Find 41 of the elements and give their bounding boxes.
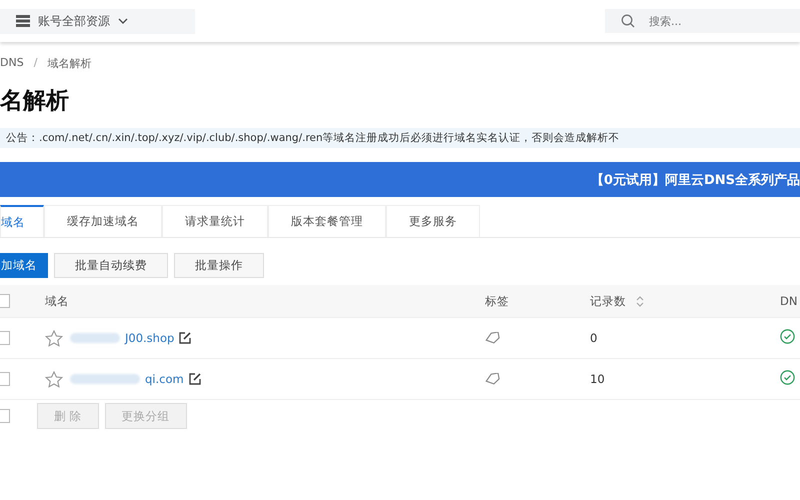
edit-icon[interactable] [179, 332, 192, 344]
action-button[interactable]: 批量自动续费 [54, 253, 168, 278]
chevron-down-icon [118, 18, 128, 24]
sort-icon[interactable] [636, 296, 644, 306]
tab[interactable]: 版本套餐管理 [268, 205, 386, 237]
check-circle-icon [780, 370, 795, 385]
tab[interactable]: 域名 [0, 205, 44, 237]
check-circle-icon [780, 329, 795, 344]
tab[interactable]: 更多服务 [386, 205, 480, 237]
column-header: DN [780, 294, 798, 308]
checkbox[interactable] [0, 294, 10, 308]
record-count: 10 [590, 372, 605, 386]
domain-link[interactable]: J00.shop [125, 331, 174, 345]
star-icon[interactable] [45, 370, 63, 388]
column-header: 域名 [45, 294, 69, 308]
tag-icon[interactable] [485, 373, 501, 385]
redaction-mark [70, 333, 120, 343]
column-header: 标签 [485, 294, 509, 308]
edit-icon[interactable] [188, 373, 202, 385]
add-domain-button[interactable]: 加域名 [0, 253, 48, 278]
column-header: 记录数 [590, 294, 626, 308]
tab[interactable]: 请求量统计 [162, 205, 268, 237]
domain-link[interactable]: qi.com [145, 372, 184, 386]
star-icon[interactable] [45, 330, 63, 346]
checkbox[interactable] [0, 331, 10, 345]
breadcrumb-separator: / [34, 56, 38, 71]
resource-selector[interactable]: 账号全部资源 [0, 8, 195, 34]
record-count: 0 [590, 331, 598, 345]
action-button[interactable]: 批量操作 [174, 253, 264, 278]
search-field[interactable]: 搜索... [605, 9, 800, 33]
checkbox[interactable] [0, 372, 10, 386]
promo-banner[interactable]: 【0元试用】阿里云DNS全系列产品 [0, 162, 800, 197]
redaction-mark [70, 374, 140, 384]
tab[interactable]: 缓存加速域名 [44, 205, 162, 237]
breadcrumb-item[interactable]: DNS [0, 56, 24, 71]
page-title: 名解析 [0, 87, 70, 116]
checkbox[interactable] [0, 409, 10, 423]
breadcrumb-item: 域名解析 [47, 56, 92, 71]
tag-icon[interactable] [485, 332, 501, 344]
notice-bar: 公告：.com/.net/.cn/.xin/.top/.xyz/.vip/.club/.shop/.wang/.ren等域名注册成功后必须进行域名实名认证，否则会造成解析不 [0, 128, 800, 148]
list-icon [16, 15, 30, 27]
